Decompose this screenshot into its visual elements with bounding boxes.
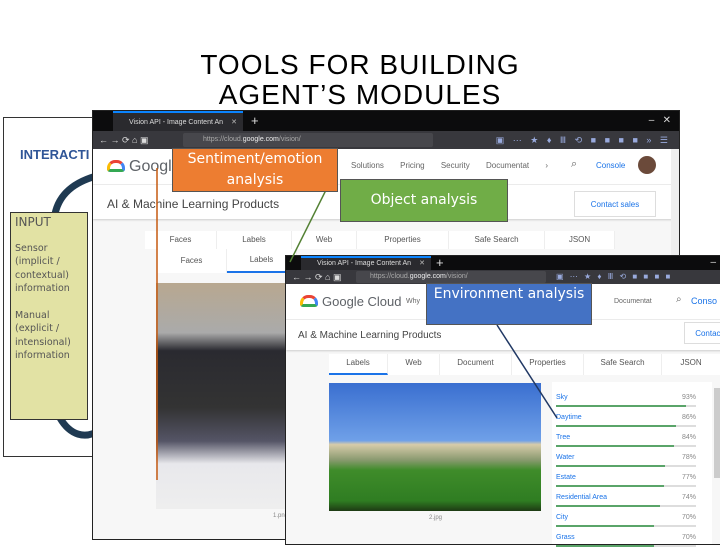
environment-callout: Environment analysis	[426, 283, 592, 325]
sentiment-callout: Sentiment/emotion analysis	[172, 148, 338, 192]
object-callout: Object analysis	[340, 179, 508, 222]
address-bar[interactable]: https://cloud.google.com/vision/	[183, 133, 433, 147]
address-bar[interactable]: https://cloud.google.com/vision/	[356, 271, 546, 283]
callout-lines	[156, 168, 558, 480]
environment-leader-line	[496, 324, 558, 419]
object-leader-line	[289, 187, 328, 263]
